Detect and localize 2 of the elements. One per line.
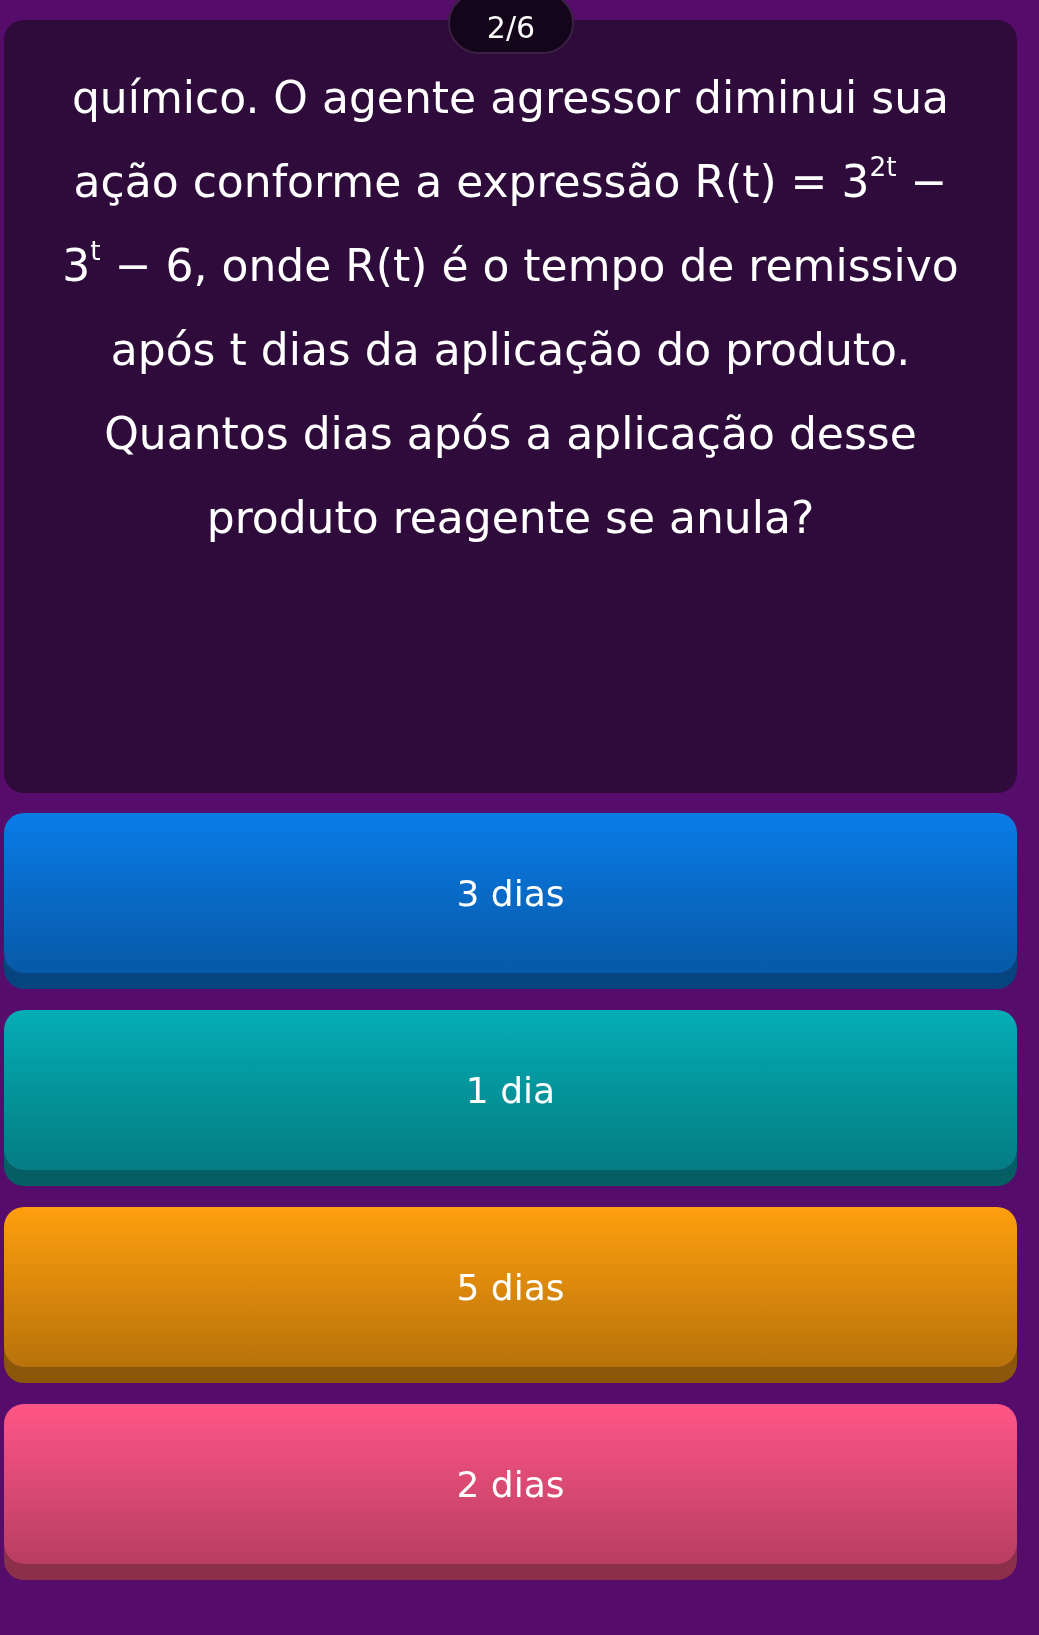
question-text: químico. O agente agressor diminui sua ação conforme a expressão R(t) = 3$^{2t}$ − 3$^{t}$ − 6, onde R(t) é o tempo de remissivo após t dias da aplicação do produto. Quantos dias após a aplicação desse produto reagente se anula? <box>61 71 960 545</box>
question-counter: 2/6 <box>448 0 574 54</box>
